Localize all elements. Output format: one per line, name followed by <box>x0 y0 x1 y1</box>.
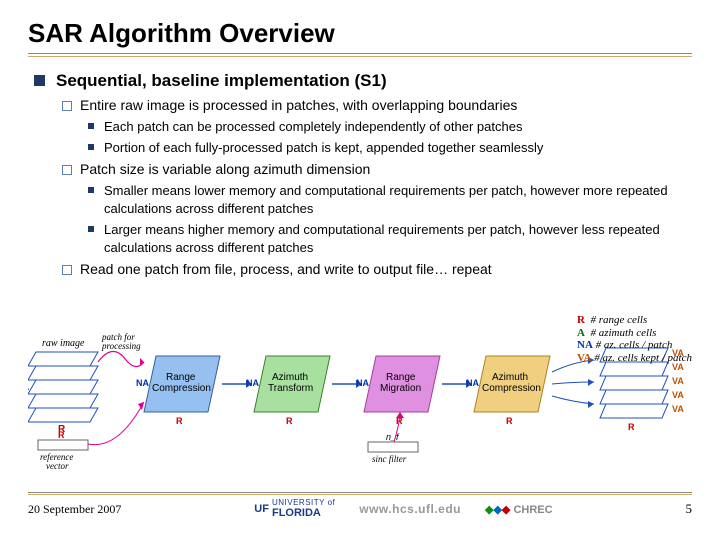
legend-row: R # range cells <box>577 314 692 327</box>
lvl2-text: Read one patch from file, process, and w… <box>80 261 492 277</box>
sinc-filter-icon <box>368 442 418 452</box>
list-item: Read one patch from file, process, and w… <box>56 261 692 279</box>
patch-for-processing-label: patch forprocessing <box>101 332 141 351</box>
dim-VA-label: VA <box>672 376 684 386</box>
list-item: Each patch can be processed completely i… <box>80 118 692 136</box>
lvl2-text: Entire raw image is processed in patches… <box>80 97 517 113</box>
sub-sub-list: Each patch can be processed completely i… <box>80 118 692 157</box>
footer-row: 20 September 2007 UF UNIVERSITY ofFLORID… <box>0 499 720 519</box>
footer: 20 September 2007 UF UNIVERSITY ofFLORID… <box>0 492 720 530</box>
dim-R-label: R <box>628 422 635 432</box>
diagram: R # range cells A # azimuth cells NA # a… <box>28 332 692 474</box>
footer-rule <box>28 492 692 493</box>
list-item: Entire raw image is processed in patches… <box>56 97 692 157</box>
svg-text:AzimuthTransform: AzimuthTransform <box>268 372 313 394</box>
stage-azimuth-compression: AzimuthCompression NA R <box>466 356 550 426</box>
title-underline <box>28 53 692 54</box>
svg-text:R: R <box>506 416 513 426</box>
uf-logo: UF UNIVERSITY ofFLORIDA <box>254 499 335 519</box>
arrow-icon <box>552 382 594 384</box>
raw-image-label: raw image <box>42 338 85 349</box>
list-item: Patch size is variable along azimuth dim… <box>56 161 692 257</box>
svg-text:NA: NA <box>136 378 149 388</box>
legend-row: A # azimuth cells <box>577 327 692 340</box>
stage-range-compression: RangeCompression NA R <box>136 356 220 426</box>
sub-sub-list: Smaller means lower memory and computati… <box>80 182 692 257</box>
arrowhead-icon <box>396 412 404 418</box>
arrowhead-icon <box>588 401 594 408</box>
lvl2-text: Patch size is variable along azimuth dim… <box>80 161 370 177</box>
svg-text:RangeMigration: RangeMigration <box>380 372 421 394</box>
footer-date: 20 September 2007 <box>28 502 121 517</box>
raw-image-icon <box>28 352 98 422</box>
legend-row: VA # az. cells kept / patch <box>577 352 692 365</box>
arrow-icon <box>552 396 594 404</box>
slide-title: SAR Algorithm Overview <box>28 18 692 49</box>
dim-VA-label: VA <box>672 390 684 400</box>
svg-text:NA: NA <box>466 378 479 388</box>
nf-label: n_f <box>386 432 400 442</box>
svg-text:NA: NA <box>356 378 369 388</box>
slide: SAR Algorithm Overview Sequential, basel… <box>0 0 720 540</box>
list-item: Larger means higher memory and computati… <box>80 221 692 257</box>
lvl1-text: Sequential, baseline implementation (S1) <box>56 71 387 90</box>
arrow-icon <box>98 351 144 366</box>
list-item: Sequential, baseline implementation (S1)… <box>28 71 692 279</box>
bullet-list: Sequential, baseline implementation (S1)… <box>28 71 692 279</box>
reference-vector-label: referencevector <box>40 452 73 471</box>
lvl3-text: Smaller means lower memory and computati… <box>104 183 668 216</box>
legend: R # range cells A # azimuth cells NA # a… <box>577 314 692 365</box>
list-item: Smaller means lower memory and computati… <box>80 182 692 218</box>
lvl3-text: Larger means higher memory and computati… <box>104 222 660 255</box>
sinc-filter-label: sinc filter <box>372 454 407 464</box>
arrowhead-icon <box>138 402 144 410</box>
lvl3-text: Portion of each fully-processed patch is… <box>104 140 543 155</box>
legend-row: NA # az. cells / patch <box>577 339 692 352</box>
svg-text:NA: NA <box>246 378 259 388</box>
footer-logos: UF UNIVERSITY ofFLORIDA www.hcs.ufl.edu … <box>254 499 552 519</box>
dim-A-label: A <box>28 382 29 393</box>
arrowhead-icon <box>588 379 594 386</box>
title-underline2 <box>28 56 692 57</box>
sub-list: Entire raw image is processed in patches… <box>56 97 692 279</box>
dim-R-label: R <box>58 430 65 440</box>
reference-vector-icon <box>38 440 88 450</box>
lvl3-text: Each patch can be processed completely i… <box>104 119 522 134</box>
chrec-logo: ◆◆◆ CHREC <box>485 503 553 516</box>
stage-azimuth-transform: AzimuthTransform NA R <box>246 356 330 426</box>
dim-VA-label: VA <box>672 404 684 414</box>
list-item: Portion of each fully-processed patch is… <box>80 139 692 157</box>
footer-rule2 <box>28 494 692 495</box>
hcs-logo: www.hcs.ufl.edu <box>359 502 461 516</box>
svg-text:R: R <box>176 416 183 426</box>
svg-text:R: R <box>286 416 293 426</box>
page-number: 5 <box>686 501 693 517</box>
